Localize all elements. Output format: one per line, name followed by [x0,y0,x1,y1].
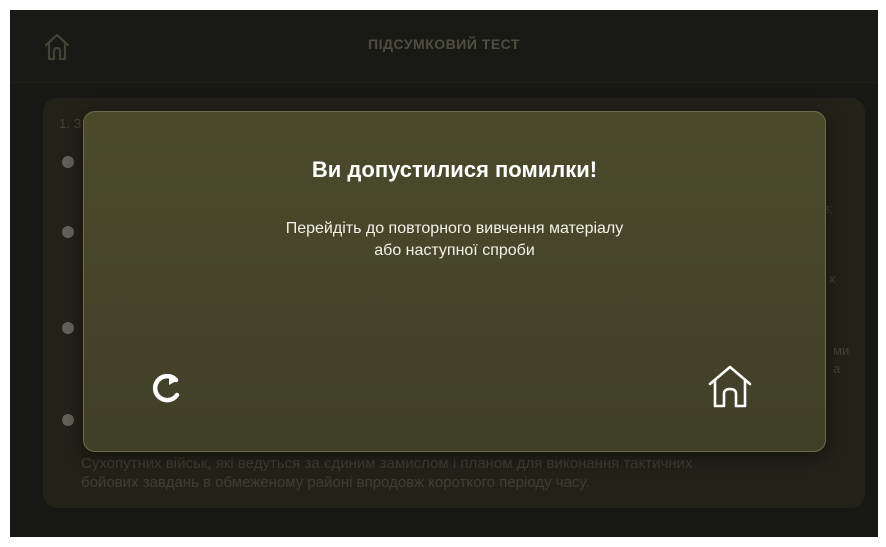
dialog-title: Ви допустилися помилки! [311,157,598,182]
dialog-message: Перейдіть до повторного вивчення матеріа… [204,218,705,262]
dialog-message-line: або наступної спроби [374,242,535,259]
home-button[interactable] [706,364,754,410]
retry-button[interactable] [147,368,185,408]
retry-icon [152,373,180,403]
app-window: ПІДСУМКОВИЙ ТЕСТ 1. З в; х ми а Сухопутн… [10,10,878,537]
error-dialog: Ви допустилися помилки! Перейдіть до пов… [83,111,826,452]
home-icon [708,365,752,408]
dialog-message-line: Перейдіть до повторного вивчення матеріа… [285,220,624,237]
